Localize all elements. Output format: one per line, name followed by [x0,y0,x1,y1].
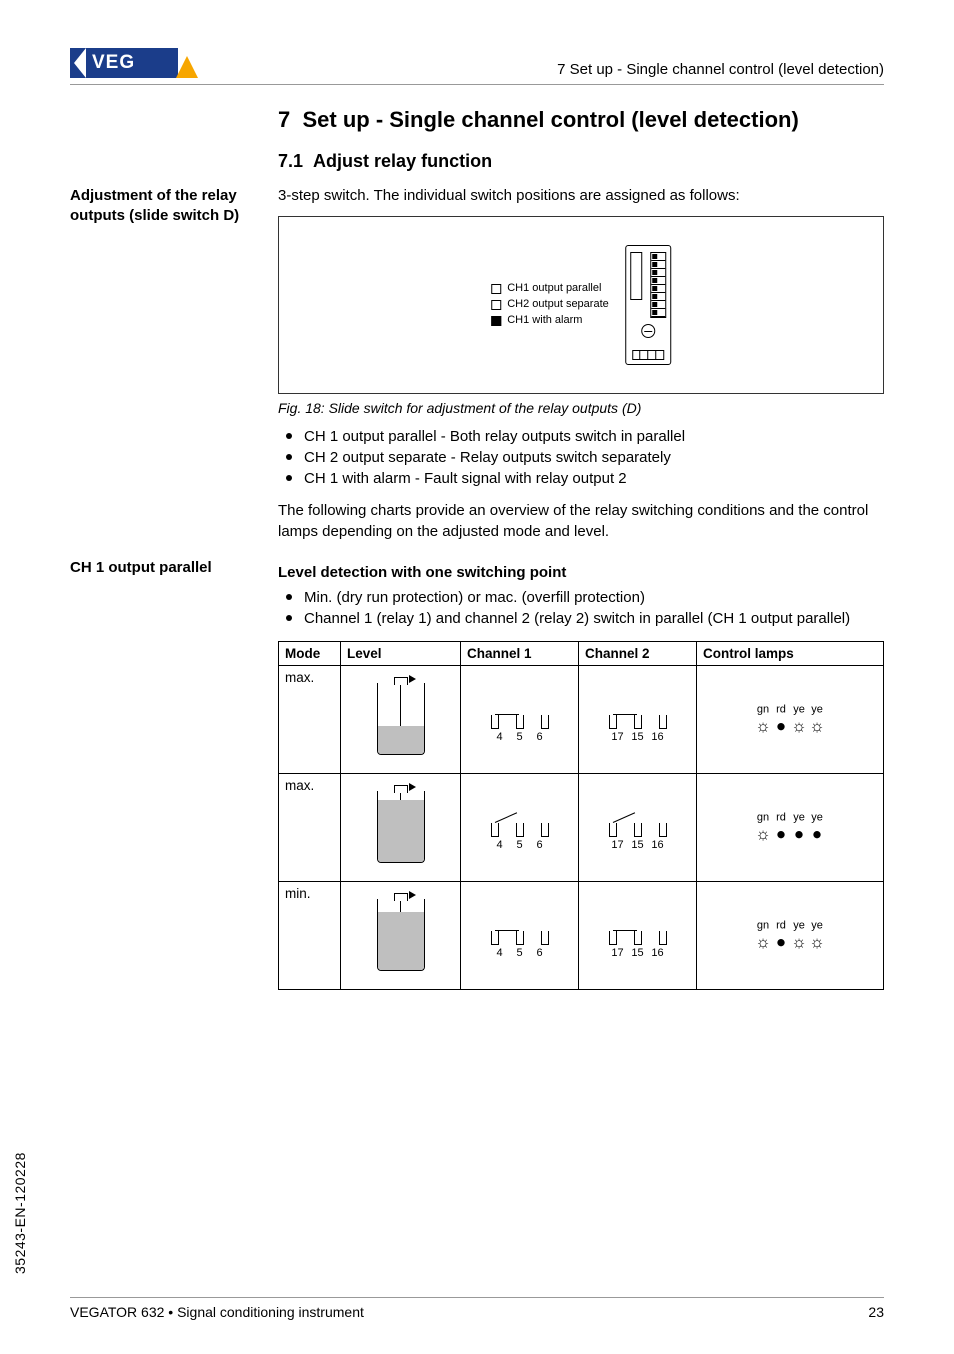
cell-mode: min. [279,881,341,989]
cell-mode: max. [279,665,341,773]
cell-ch1: 456 [461,773,579,881]
cell-lamps: gnrdyeye☼●☼☼ [697,665,884,773]
cell-lamps: gnrdyeye☼●●● [697,773,884,881]
footer-left: VEGATOR 632 • Signal conditioning instru… [70,1304,364,1320]
th-lamps: Control lamps [697,641,884,665]
subheading-level-detection: Level detection with one switching point [278,564,884,581]
document-code: 35243-EN-120228 [12,1152,28,1274]
cell-level [341,881,461,989]
cell-ch2: 171516 [579,665,697,773]
th-level: Level [341,641,461,665]
cell-ch2: 171516 [579,881,697,989]
cell-mode: max. [279,773,341,881]
device-icon [625,245,671,365]
section-heading: 7.1 Adjust relay function [278,151,884,172]
cell-lamps: gnrdyeye☼●☼☼ [697,881,884,989]
side-label-adjustment: Adjustment of the relay outputs (slide s… [70,186,266,227]
intro-text: 3-step switch. The individual switch pos… [278,186,884,206]
th-ch2: Channel 2 [579,641,697,665]
mode-table: Mode Level Channel 1 Channel 2 Control l… [278,641,884,990]
figure-slide-switch: CH1 output parallel CH2 output separate … [278,216,884,394]
cell-level [341,773,461,881]
figure-caption: Fig. 18: Slide switch for adjustment of … [278,400,884,416]
cell-level [341,665,461,773]
cell-ch2: 171516 [579,773,697,881]
chapter-heading: 7 Set up - Single channel control (level… [70,107,884,133]
brand-logo: VEG [70,48,198,78]
th-mode: Mode [279,641,341,665]
switch-legend: CH1 output parallel CH2 output separate … [491,281,609,329]
side-label-ch1-parallel: CH 1 output parallel [70,558,266,578]
bullets-level-detection: Min. (dry run protection) or mac. (overf… [278,587,884,629]
bullets-relay-modes: CH 1 output parallel - Both relay output… [278,426,884,489]
overview-paragraph: The following charts provide an overview… [278,501,884,542]
cell-ch1: 456 [461,665,579,773]
header-section-label: 7 Set up - Single channel control (level… [557,61,884,78]
th-ch1: Channel 1 [461,641,579,665]
cell-ch1: 456 [461,881,579,989]
footer-page: 23 [868,1304,884,1320]
